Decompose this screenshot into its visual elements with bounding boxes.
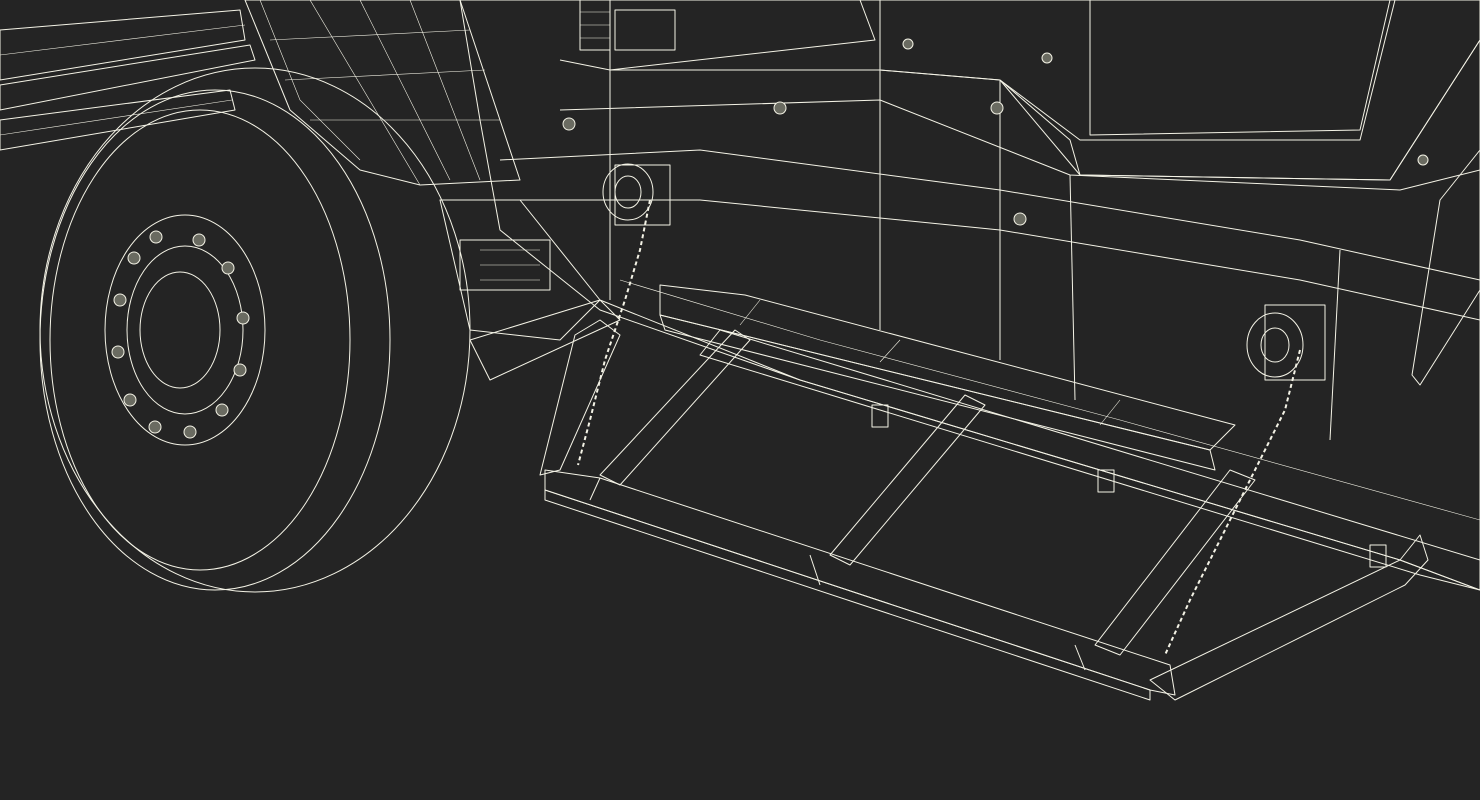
bolt-icon [1013, 212, 1027, 226]
bolt-icon [1417, 154, 1429, 166]
wireframe-render [0, 0, 1480, 800]
bolt-icon [773, 101, 787, 115]
bolt-icon [562, 117, 576, 131]
bolt-icon [902, 38, 914, 50]
bolt-icon [1041, 52, 1053, 64]
bolt-icon [990, 101, 1004, 115]
background [0, 0, 1480, 800]
